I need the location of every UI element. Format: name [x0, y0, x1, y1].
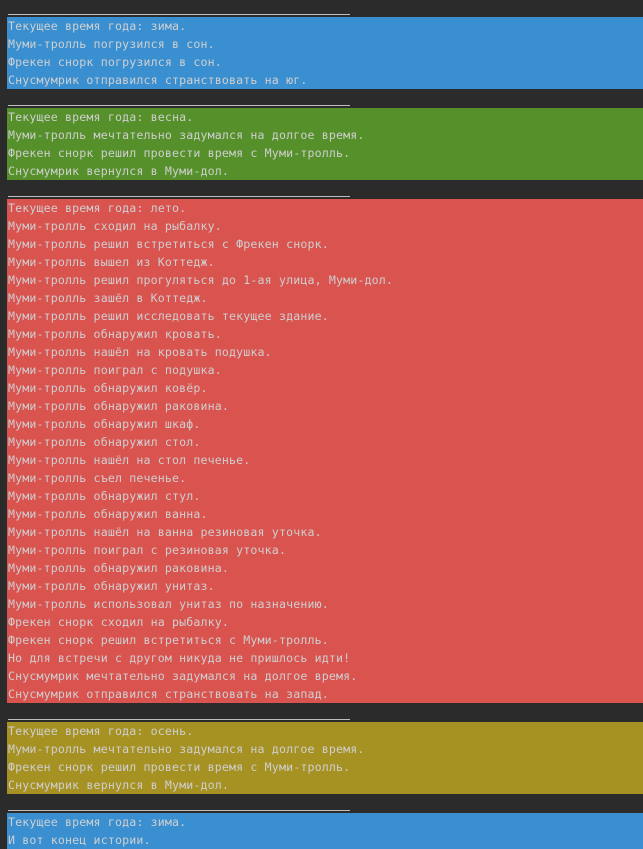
log-line: Снусмумрик вернулся в Муми-дол.: [8, 164, 230, 178]
season-block-autumn: Текущее время года: осень. Муми-тролль ме…: [7, 722, 643, 794]
season-header-line: Текущее время года: осень.: [8, 724, 194, 738]
console-output: Текущее время года: зима. Муми-тролль пог…: [0, 0, 643, 849]
block-separator: [8, 196, 350, 197]
log-line: Муми-тролль съел печенье.: [8, 471, 187, 485]
log-line: Муми-тролль сходил на рыбалку.: [8, 219, 222, 233]
log-line: Муми-тролль обнаружил унитаз.: [8, 579, 215, 593]
log-line: Муми-тролль погрузился в сон.: [8, 37, 215, 51]
log-line: Муми-тролль обнаружил раковина.: [8, 561, 230, 575]
log-line: Муми-тролль мечтательно задумался на дол…: [8, 742, 365, 756]
log-line: Снусмумрик мечтательно задумался на долг…: [8, 669, 358, 683]
log-line: Муми-тролль мечтательно задумался на дол…: [8, 128, 365, 142]
season-block-summer: Текущее время года: лето. Муми-тролль схо…: [7, 199, 643, 703]
log-line: Муми-тролль нашёл на ванна резиновая уто…: [8, 525, 322, 539]
log-line: Муми-тролль поиграл с подушка.: [8, 363, 222, 377]
log-line: Муми-тролль зашёл в Коттедж.: [8, 291, 208, 305]
log-line: И вот конец истории.: [8, 833, 151, 847]
log-line: Муми-тролль обнаружил шкаф.: [8, 417, 201, 431]
block-separator: [8, 810, 350, 811]
log-line: Фрекен снорк решил провести время с Муми…: [8, 146, 351, 160]
log-line: Фрекен снорк решил провести время с Муми…: [8, 760, 351, 774]
log-line: Фрекен снорк решил встретиться с Муми-тр…: [8, 633, 329, 647]
season-header-line: Текущее время года: весна.: [8, 110, 194, 124]
log-line: Муми-тролль решил прогуляться до 1-ая ул…: [8, 273, 394, 287]
log-line: Но для встречи с другом никуда не пришло…: [8, 651, 351, 665]
log-line: Фрекен снорк погрузился в сон.: [8, 55, 222, 69]
season-header-line: Текущее время года: зима.: [8, 19, 187, 33]
log-line: Муми-тролль обнаружил раковина.: [8, 399, 230, 413]
log-line: Муми-тролль обнаружил кровать.: [8, 327, 222, 341]
log-line: Муми-тролль вышел из Коттедж.: [8, 255, 215, 269]
log-line: Снусмумрик отправился странствовать на ю…: [8, 73, 308, 87]
log-line: Муми-тролль обнаружил стул.: [8, 489, 201, 503]
log-line: Муми-тролль решил исследовать текущее зд…: [8, 309, 329, 323]
log-line: Муми-тролль поиграл с резиновая уточка.: [8, 543, 287, 557]
season-header-line: Текущее время года: зима.: [8, 815, 187, 829]
block-separator: [8, 719, 350, 720]
log-line: Муми-тролль обнаружил стол.: [8, 435, 201, 449]
season-block-winter: Текущее время года: зима. Муми-тролль пог…: [7, 17, 643, 89]
season-header-line: Текущее время года: лето.: [8, 201, 187, 215]
log-line: Муми-тролль нашёл на кровать подушка.: [8, 345, 272, 359]
log-line: Муми-тролль использовал унитаз по назнач…: [8, 597, 329, 611]
log-line: Муми-тролль решил встретиться с Фрекен с…: [8, 237, 329, 251]
season-block-spring: Текущее время года: весна. Муми-тролль ме…: [7, 108, 643, 180]
block-separator: [8, 14, 350, 15]
log-line: Муми-тролль обнаружил ковёр.: [8, 381, 208, 395]
season-block-winter: Текущее время года: зима. И вот конец ист…: [7, 813, 643, 849]
log-line: Муми-тролль обнаружил ванна.: [8, 507, 208, 521]
log-line: Снусмумрик отправился странствовать на з…: [8, 687, 329, 701]
block-separator: [8, 105, 350, 106]
log-line: Фрекен снорк сходил на рыбалку.: [8, 615, 230, 629]
log-line: Муми-тролль нашёл на стол печенье.: [8, 453, 251, 467]
log-line: Снусмумрик вернулся в Муми-дол.: [8, 778, 230, 792]
